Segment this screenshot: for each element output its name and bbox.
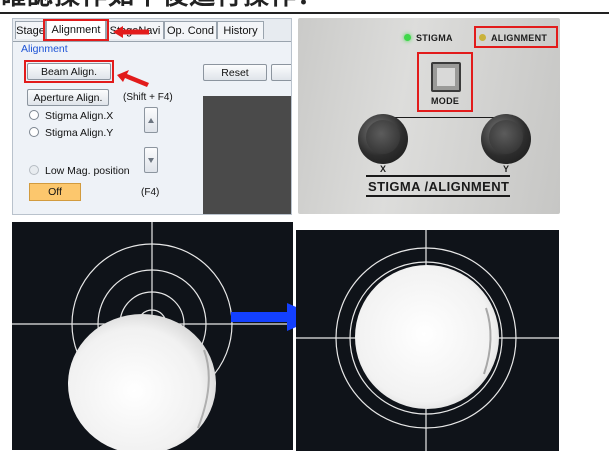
radio-stigma-align-y[interactable]: Stigma Align.Y — [29, 127, 113, 141]
step-down-button[interactable] — [144, 147, 158, 173]
panel-title-underline — [366, 195, 510, 197]
panel-title: STIGMA /ALIGNMENT — [368, 179, 510, 194]
tab-alignment[interactable]: Alignment — [46, 20, 106, 41]
beam-image-after — [296, 230, 559, 451]
beam-align-button[interactable]: Beam Align. — [27, 63, 111, 80]
step-up-button[interactable] — [144, 107, 158, 133]
stigma-led-icon — [404, 34, 411, 41]
tab-bar: Stage Alignment StageNavi Op. Cond Histo… — [13, 19, 291, 42]
radio-label: Low Mag. position — [45, 165, 130, 177]
triangle-up-icon — [148, 118, 154, 123]
page-caption: 確認操作如下後進行操作： — [0, 0, 609, 12]
reset-button[interactable]: Reset — [203, 64, 267, 81]
software-panel: Stage Alignment StageNavi Op. Cond Histo… — [12, 18, 292, 215]
beam-spot-centered — [355, 265, 499, 409]
triangle-down-icon — [148, 158, 154, 163]
extra-button[interactable] — [271, 64, 291, 81]
beam-before-graphic — [12, 222, 293, 450]
panel-title-rule — [366, 175, 510, 177]
tab-op-cond[interactable]: Op. Cond — [164, 21, 217, 39]
off-button[interactable]: Off — [29, 183, 81, 201]
section-label-alignment: Alignment — [21, 43, 68, 55]
alignment-led-icon — [479, 34, 486, 41]
x-knob-label: X — [380, 164, 387, 174]
mode-key-button[interactable] — [431, 62, 461, 92]
y-knob-label: Y — [503, 164, 510, 174]
tab-stage[interactable]: Stage — [15, 21, 46, 39]
radio-label: Stigma Align.X — [45, 110, 114, 122]
beam-after-graphic — [296, 230, 559, 451]
radio-button-icon — [29, 110, 39, 120]
radio-stigma-align-x[interactable]: Stigma Align.X — [29, 110, 113, 124]
caption-divider — [0, 12, 609, 14]
control-panel-photo: STIGMA ALIGNMENT MODE X Y STIGMA /ALIGNM… — [298, 18, 560, 214]
shortcut-f4: (F4) — [141, 187, 160, 198]
radio-label: Stigma Align.Y — [45, 127, 114, 139]
radio-button-icon — [29, 165, 39, 175]
red-pointer-arrow-icon — [117, 70, 149, 87]
radio-low-mag-position[interactable]: Low Mag. position — [29, 165, 130, 179]
stigma-indicator-label: STIGMA — [416, 33, 453, 43]
tab-history[interactable]: History — [217, 21, 264, 39]
shortcut-shift-f4: (Shift + F4) — [123, 92, 173, 103]
alignment-indicator-label: ALIGNMENT — [491, 33, 548, 43]
beam-image-before — [12, 222, 293, 450]
aperture-align-button[interactable]: Aperture Align. — [27, 89, 109, 106]
x-knob[interactable] — [358, 114, 408, 164]
preview-area — [203, 96, 291, 214]
beam-spot-off-center — [68, 314, 216, 450]
red-pointer-arrow-icon — [113, 26, 149, 38]
y-knob[interactable] — [481, 114, 531, 164]
mode-label: MODE — [431, 96, 460, 106]
radio-button-icon — [29, 127, 39, 137]
